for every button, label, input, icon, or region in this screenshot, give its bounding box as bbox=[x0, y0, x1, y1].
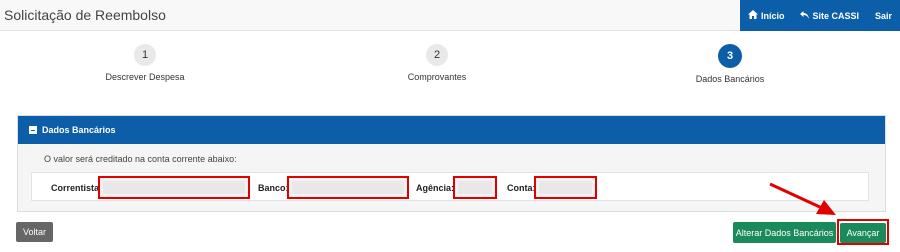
step-label: Descrever Despesa bbox=[105, 72, 185, 82]
step-number-active: 3 bbox=[718, 44, 742, 68]
branch-field[interactable] bbox=[453, 176, 497, 199]
step-describe-expense: 1 Descrever Despesa bbox=[65, 44, 225, 82]
branch-label: Agência: bbox=[416, 183, 455, 193]
nav-home-label: Início bbox=[760, 10, 785, 21]
step-number: 2 bbox=[426, 44, 448, 66]
account-label: Conta: bbox=[507, 183, 536, 193]
panel-header[interactable]: Dados Bancários bbox=[18, 116, 885, 144]
wizard-steps: 1 Descrever Despesa 2 Comprovantes 3 Dad… bbox=[0, 44, 900, 84]
account-holder-field[interactable] bbox=[98, 176, 250, 199]
panel-title: Dados Bancários bbox=[42, 125, 116, 135]
top-bar: Solicitação de Reembolso Início Site CAS… bbox=[0, 0, 900, 31]
bank-fields-row: Correntista: Banco: Agência: Conta: bbox=[31, 172, 869, 201]
panel-note: O valor será creditado na conta corrente… bbox=[44, 154, 237, 164]
step-number: 1 bbox=[134, 44, 156, 66]
account-holder-label: Correntista: bbox=[51, 183, 103, 193]
next-button[interactable]: Avançar bbox=[840, 223, 886, 243]
step-label: Comprovantes bbox=[407, 72, 467, 82]
bank-field[interactable] bbox=[287, 176, 409, 199]
nav-logout-label: Sair bbox=[874, 10, 892, 21]
nav-site-cassi-label: Site CASSI bbox=[812, 10, 859, 21]
bank-label: Banco: bbox=[258, 183, 289, 193]
edit-bank-data-button[interactable]: Alterar Dados Bancários bbox=[733, 222, 836, 243]
step-receipts: 2 Comprovantes bbox=[357, 44, 517, 82]
nav-home-link[interactable]: Início bbox=[740, 0, 793, 31]
top-nav: Início Site CASSI Sair bbox=[739, 0, 900, 31]
page-title: Solicitação de Reembolso bbox=[4, 7, 166, 23]
back-button[interactable]: Voltar bbox=[16, 222, 53, 242]
nav-logout-link[interactable]: Sair bbox=[867, 0, 900, 31]
reply-icon bbox=[800, 10, 812, 21]
home-icon bbox=[747, 10, 761, 21]
nav-site-cassi-link[interactable]: Site CASSI bbox=[792, 0, 867, 31]
step-bank-data: 3 Dados Bancários bbox=[650, 44, 810, 84]
account-field[interactable] bbox=[534, 176, 597, 199]
step-label: Dados Bancários bbox=[695, 74, 765, 84]
bank-data-panel: Dados Bancários O valor será creditado n… bbox=[17, 115, 886, 212]
collapse-icon[interactable] bbox=[29, 126, 37, 134]
annotation-arrow-icon bbox=[769, 182, 836, 215]
